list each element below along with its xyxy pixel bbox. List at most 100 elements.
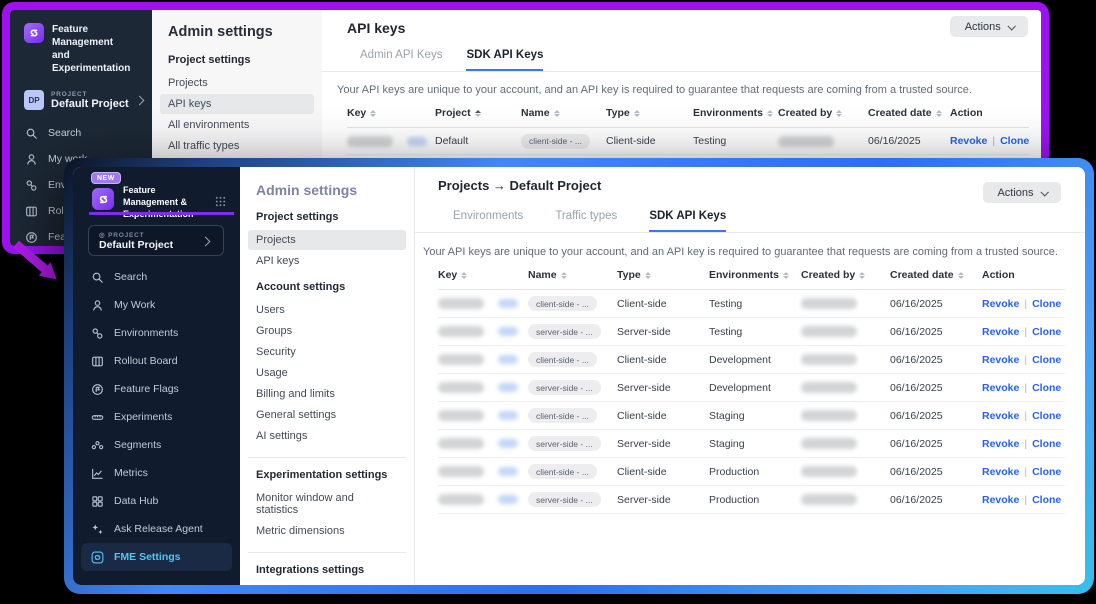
- sort-icon: [461, 272, 467, 279]
- nav-item-api-keys[interactable]: API keys: [248, 251, 406, 271]
- col-project[interactable]: Project: [435, 107, 521, 119]
- revoke-link[interactable]: Revoke: [982, 494, 1019, 506]
- sidebar-item-feature-flags[interactable]: Feature Flags: [73, 375, 240, 403]
- tab-environments[interactable]: Environments: [453, 210, 523, 232]
- clone-link[interactable]: Clone: [1032, 494, 1061, 506]
- sidebar-item-search[interactable]: Search: [73, 263, 240, 291]
- redacted-created-by: [801, 438, 857, 449]
- tabs-divider: [322, 71, 1041, 72]
- clone-link[interactable]: Clone: [1032, 326, 1061, 338]
- revoke-link[interactable]: Revoke: [982, 466, 1019, 478]
- nav-item-ai-settings[interactable]: AI settings: [248, 426, 406, 446]
- section-divider: [248, 457, 406, 458]
- nav-item-api-keys[interactable]: API keys: [160, 94, 314, 114]
- project-selector[interactable]: ◎ PROJECT Default Project: [88, 225, 224, 256]
- type-cell: Client-side: [606, 135, 693, 147]
- clone-link[interactable]: Clone: [1032, 438, 1061, 450]
- col-key[interactable]: Key: [438, 269, 528, 281]
- redacted-key: [347, 136, 393, 147]
- sidebar-item-metrics[interactable]: Metrics: [73, 459, 240, 487]
- apps-grid-icon[interactable]: [214, 195, 227, 208]
- created-date-cell: 06/16/2025: [890, 466, 982, 478]
- sidebar-item-segments[interactable]: Segments: [73, 431, 240, 459]
- col-created-by[interactable]: Created by: [801, 269, 890, 281]
- front-sidebar-menu: Search My Work Environments Rollout Boar…: [73, 263, 240, 571]
- actions-button[interactable]: Actions: [950, 16, 1028, 37]
- link-separator: [1024, 298, 1027, 310]
- col-created-date[interactable]: Created date: [890, 269, 982, 281]
- sidebar-item-experiments[interactable]: Experiments: [73, 403, 240, 431]
- redacted-key: [438, 494, 484, 505]
- api-keys-tabs: Admin API Keys SDK API Keys: [360, 49, 1029, 71]
- revoke-link[interactable]: Revoke: [982, 354, 1019, 366]
- tab-sdk-api-keys[interactable]: SDK API Keys: [649, 210, 726, 232]
- col-environments[interactable]: Environments: [709, 269, 801, 281]
- nav-item-general-settings[interactable]: General settings: [248, 405, 406, 425]
- created-by-cell: [801, 326, 890, 337]
- nav-item-all-environments[interactable]: All environments: [160, 115, 314, 135]
- tabs-divider: [415, 232, 1085, 233]
- clone-link[interactable]: Clone: [1032, 410, 1061, 422]
- front-window: NEW Feature Management & Experimentation…: [64, 158, 1094, 594]
- col-created-date[interactable]: Created date: [868, 107, 950, 119]
- col-key[interactable]: Key: [347, 107, 435, 119]
- col-created-by[interactable]: Created by: [778, 107, 868, 119]
- name-cell: client-side - ...: [521, 134, 606, 149]
- actions-button[interactable]: Actions: [983, 182, 1061, 203]
- admin-settings-title: Admin settings: [256, 182, 402, 198]
- sdk-api-keys-table: Key Name Type Environments Created by Cr…: [438, 269, 1085, 514]
- sidebar-item-search[interactable]: Search: [10, 120, 152, 146]
- sidebar-item-environments[interactable]: Environments: [73, 319, 240, 347]
- person-icon: [91, 299, 104, 312]
- revoke-link[interactable]: Revoke: [982, 382, 1019, 394]
- clone-link[interactable]: Clone: [1032, 298, 1061, 310]
- nav-item-all-traffic-types[interactable]: All traffic types: [160, 136, 314, 156]
- front-sidebar: NEW Feature Management & Experimentation…: [73, 167, 240, 585]
- created-date-cell: 06/16/2025: [890, 382, 982, 394]
- person-icon: [25, 153, 38, 166]
- redacted-key-chip: [498, 411, 518, 420]
- sort-icon: [783, 272, 789, 279]
- revoke-link[interactable]: Revoke: [982, 438, 1019, 450]
- nav-item-projects[interactable]: Projects: [160, 73, 314, 93]
- nav-item-groups[interactable]: Groups: [248, 321, 406, 341]
- clone-link[interactable]: Clone: [1032, 354, 1061, 366]
- nav-item-metric-dimensions[interactable]: Metric dimensions: [248, 521, 406, 541]
- tab-sdk-api-keys[interactable]: SDK API Keys: [466, 49, 543, 71]
- link-separator: [992, 135, 995, 147]
- clone-link[interactable]: Clone: [1000, 135, 1029, 147]
- section-account-settings: Account settings: [256, 281, 402, 293]
- nav-item-security[interactable]: Security: [248, 342, 406, 362]
- col-type[interactable]: Type: [617, 269, 709, 281]
- sidebar-item-data-hub[interactable]: Data Hub: [73, 487, 240, 515]
- nav-item-billing-and-limits[interactable]: Billing and limits: [248, 384, 406, 404]
- col-environments[interactable]: Environments: [693, 107, 778, 119]
- col-name[interactable]: Name: [521, 107, 606, 119]
- sidebar-item-my-work[interactable]: My Work: [73, 291, 240, 319]
- clone-link[interactable]: Clone: [1032, 466, 1061, 478]
- revoke-link[interactable]: Revoke: [950, 135, 987, 147]
- tab-traffic-types[interactable]: Traffic types: [555, 210, 617, 232]
- redacted-key-chip: [498, 327, 518, 336]
- col-action: Action: [950, 107, 1029, 119]
- name-cell: server-side - ...: [528, 436, 617, 451]
- col-name[interactable]: Name: [528, 269, 617, 281]
- nav-item-monitor-window[interactable]: Monitor window and statistics: [248, 488, 406, 520]
- nav-item-projects[interactable]: Projects: [248, 230, 406, 250]
- redacted-key-chip: [498, 383, 518, 392]
- revoke-link[interactable]: Revoke: [982, 410, 1019, 422]
- sidebar-item-rollout-board[interactable]: Rollout Board: [73, 347, 240, 375]
- revoke-link[interactable]: Revoke: [982, 298, 1019, 310]
- col-type[interactable]: Type: [606, 107, 693, 119]
- project-selector[interactable]: DP PROJECT Default Project: [10, 75, 152, 120]
- nav-item-integrations[interactable]: Integrations: [248, 583, 406, 585]
- key-cell: [347, 136, 435, 147]
- tab-admin-api-keys[interactable]: Admin API Keys: [360, 49, 442, 71]
- nav-item-users[interactable]: Users: [248, 300, 406, 320]
- sidebar-item-fme-settings[interactable]: FME Settings: [81, 543, 232, 571]
- revoke-link[interactable]: Revoke: [982, 326, 1019, 338]
- redacted-key-chip: [498, 355, 518, 364]
- nav-item-usage[interactable]: Usage: [248, 363, 406, 383]
- sidebar-item-ask-release-agent[interactable]: Ask Release Agent: [73, 515, 240, 543]
- clone-link[interactable]: Clone: [1032, 382, 1061, 394]
